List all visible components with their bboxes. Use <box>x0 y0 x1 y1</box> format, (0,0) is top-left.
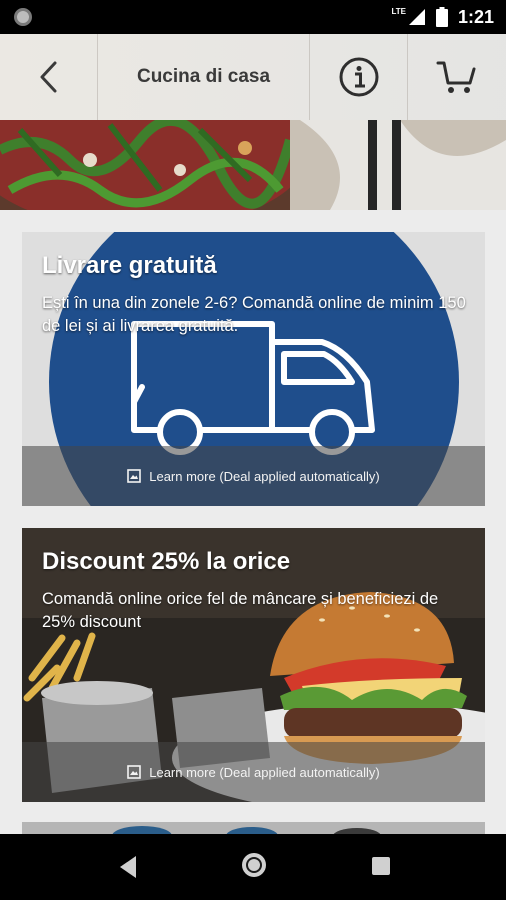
food-table-illustration <box>0 120 506 210</box>
back-arrow-icon <box>40 61 56 93</box>
deal-description: Comandă online orice fel de mâncare și b… <box>42 590 439 631</box>
info-icon <box>339 57 378 97</box>
learn-more-link[interactable]: Learn more (Deal applied automatically) <box>22 446 485 506</box>
deal-title: Livrare gratuită <box>42 252 217 279</box>
deal-image-partial <box>22 822 485 834</box>
status-bar: LTE 1:21 <box>0 0 506 34</box>
cart-button[interactable] <box>408 34 506 120</box>
network-type-label: LTE <box>391 6 406 16</box>
deal-card-discount[interactable]: Discount 25% la orice Comandă online ori… <box>22 528 485 802</box>
deals-list: Livrare gratuită Ești în una din zonele … <box>0 210 506 834</box>
cart-icon <box>436 61 476 93</box>
deal-card-partial[interactable] <box>22 822 485 834</box>
deal-title: Discount 25% la orice <box>42 548 291 575</box>
nav-recents-icon[interactable] <box>370 855 392 877</box>
app-header: Cucina di casa <box>0 34 506 120</box>
image-icon <box>127 765 142 779</box>
image-icon <box>127 469 142 483</box>
clock: 1:21 <box>457 6 494 27</box>
status-icons: LTE 1:21 <box>391 6 494 28</box>
signal-icon <box>408 9 425 25</box>
back-button[interactable] <box>0 34 98 120</box>
page-title: Cucina di casa <box>136 66 271 87</box>
info-button[interactable] <box>310 34 408 120</box>
battery-icon <box>435 7 448 27</box>
learn-more-text: Learn more (Deal applied automatically) <box>149 468 380 484</box>
nav-home-icon[interactable] <box>239 850 269 880</box>
deal-card-free-delivery[interactable]: Livrare gratuită Ești în una din zonele … <box>22 232 485 506</box>
notification-dot-icon <box>14 8 32 26</box>
learn-more-text: Learn more (Deal applied automatically) <box>149 764 380 780</box>
restaurant-hero-image <box>0 120 506 210</box>
deal-description: Ești în una din zonele 2-6? Comandă onli… <box>42 294 466 335</box>
system-nav-bar <box>0 834 506 900</box>
nav-back-icon[interactable] <box>114 852 142 882</box>
header-title-cell: Cucina di casa <box>98 34 310 120</box>
learn-more-link[interactable]: Learn more (Deal applied automatically) <box>22 742 485 802</box>
